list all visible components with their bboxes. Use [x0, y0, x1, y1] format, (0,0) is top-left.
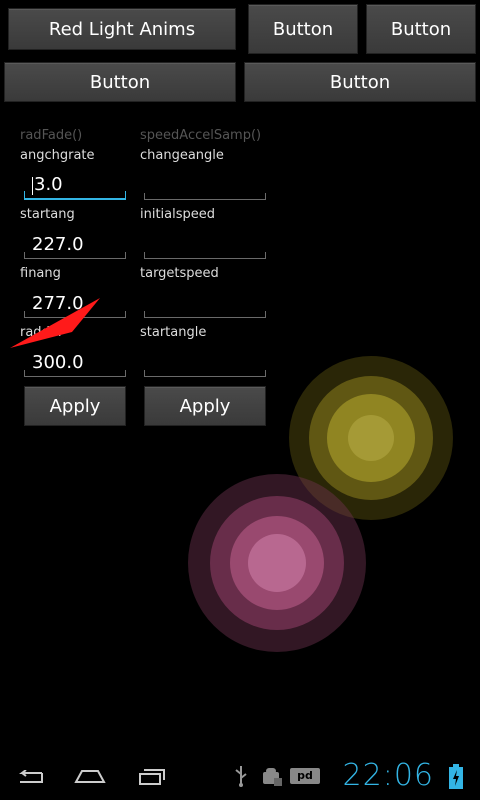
red-light-anims-button[interactable]: Red Light Anims [8, 8, 236, 50]
startang-label: startang [20, 207, 75, 222]
angchgrate-input[interactable]: 3.0 [24, 170, 126, 200]
angchgrate-value: 3.0 [34, 174, 63, 195]
startangle-label: startangle [140, 325, 207, 340]
startang-value: 227.0 [32, 234, 84, 255]
back-icon[interactable] [14, 770, 46, 784]
android-debug-icon [263, 768, 282, 786]
pd-icon: pd [290, 768, 320, 784]
initialspeed-label: initialspeed [140, 207, 216, 222]
red-light-shape [10, 298, 100, 348]
recent-apps-icon[interactable] [138, 768, 166, 786]
targetspeed-label: targetspeed [140, 266, 219, 281]
angchgrate-label: angchgrate [20, 148, 95, 163]
pink-ring-4 [248, 534, 306, 592]
home-icon[interactable] [74, 768, 106, 784]
button-3[interactable]: Button [4, 62, 236, 102]
usb-icon [235, 766, 247, 787]
initialspeed-input[interactable] [144, 229, 266, 259]
battery-charging-icon [449, 764, 463, 789]
status-clock: 22:06 [342, 758, 434, 793]
changeangle-label: changeangle [140, 148, 224, 163]
apply-right-button[interactable]: Apply [144, 386, 266, 426]
startangle-input[interactable] [144, 347, 266, 377]
button-2[interactable]: Button [366, 4, 476, 54]
targetspeed-input[interactable] [144, 288, 266, 318]
startang-input[interactable]: 227.0 [24, 229, 126, 259]
button-1[interactable]: Button [248, 4, 358, 54]
apply-left-button[interactable]: Apply [24, 386, 126, 426]
finang-label: finang [20, 266, 61, 281]
radfade-hint: radFade() [20, 128, 83, 143]
raddiff-value: 300.0 [32, 352, 84, 373]
yellow-ring-4 [348, 415, 394, 461]
speedaccelsamp-hint: speedAccelSamp() [140, 128, 262, 143]
button-4[interactable]: Button [244, 62, 476, 102]
text-caret [32, 177, 33, 195]
changeangle-input[interactable] [144, 170, 266, 200]
